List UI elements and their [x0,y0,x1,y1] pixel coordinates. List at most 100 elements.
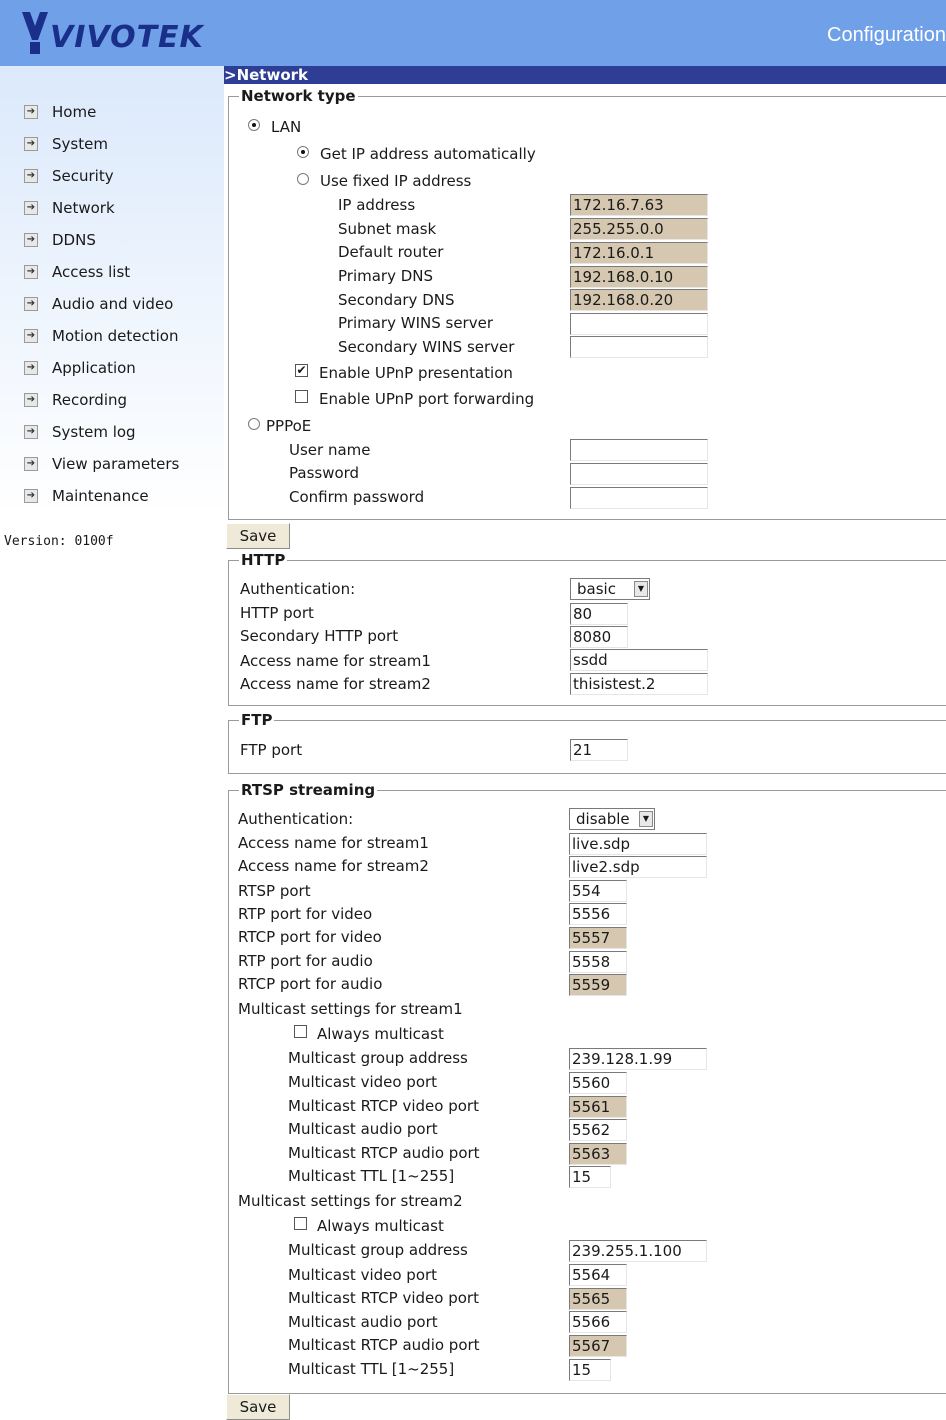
rtsp-stream2-label: Access name for stream2 [238,857,429,875]
rtsp-stream2-field[interactable]: live2.sdp [569,856,707,878]
arrow-right-icon: ➔ [24,457,38,471]
sidebar-item-system[interactable]: ➔ System [24,133,108,155]
ftp-port-label: FTP port [240,741,303,759]
rtcp-audio-field[interactable]: 5559 [569,974,627,996]
save-button-streaming[interactable]: Save [226,1394,290,1420]
ftp-port-field[interactable]: 21 [570,739,628,761]
mc2-audio-field[interactable]: 5566 [569,1311,627,1333]
sidebar-item-label: Access list [52,263,131,281]
mc1-group-label: Multicast group address [288,1049,468,1067]
mc2-ttl-field[interactable]: 15 [569,1359,611,1381]
always-multicast-stream1-label: Always multicast [317,1025,444,1043]
primary-dns-field[interactable]: 192.168.0.10 [570,266,708,288]
mc1-ttl-label: Multicast TTL [1~255] [288,1167,455,1185]
mc2-video-label: Multicast video port [288,1266,438,1284]
confirm-password-label: Confirm password [289,488,425,506]
confirm-password-field[interactable] [570,487,708,509]
dropdown-arrow-icon: ▼ [639,811,653,827]
arrow-right-icon: ➔ [24,169,38,183]
secondary-wins-field[interactable] [570,336,708,358]
mc2-video-field[interactable]: 5564 [569,1264,627,1286]
rtsp-legend: RTSP streaming [241,781,376,799]
always-multicast-stream2-label: Always multicast [317,1217,444,1235]
http-port-label: HTTP port [240,604,314,622]
mc1-group-field[interactable]: 239.128.1.99 [569,1048,707,1070]
secondary-http-port-label: Secondary HTTP port [240,627,399,645]
arrow-right-icon: ➔ [24,393,38,407]
rtsp-stream1-field[interactable]: live.sdp [569,833,707,855]
get-ip-auto-label: Get IP address automatically [320,145,536,163]
http-auth-select[interactable]: basic ▼ [570,578,650,600]
http-stream2-label: Access name for stream2 [240,675,431,693]
sidebar-item-recording[interactable]: ➔ Recording [24,389,127,411]
sidebar-item-application[interactable]: ➔ Application [24,357,136,379]
sidebar-item-label: Recording [52,391,128,409]
sidebar-item-home[interactable]: ➔ Home [24,101,96,123]
rtsp-port-field[interactable]: 554 [569,880,627,902]
pppoe-radio[interactable] [248,418,260,430]
secondary-wins-label: Secondary WINS server [338,338,515,356]
mc1-rtcp-video-label: Multicast RTCP video port [288,1097,479,1115]
mc1-ttl-field[interactable]: 15 [569,1166,611,1188]
rtsp-auth-select[interactable]: disable ▼ [569,808,655,830]
ip-address-field[interactable]: 172.16.7.63 [570,194,708,216]
upnp-presentation-label: Enable UPnP presentation [319,364,513,382]
mc2-group-field[interactable]: 239.255.1.100 [569,1240,707,1262]
arrow-right-icon: ➔ [24,329,38,343]
secondary-dns-field[interactable]: 192.168.0.20 [570,289,708,311]
multicast-stream1-heading: Multicast settings for stream1 [238,1000,463,1018]
mc1-video-field[interactable]: 5560 [569,1072,627,1094]
sidebar-item-label: View parameters [52,455,180,473]
upnp-forwarding-label: Enable UPnP port forwarding [319,390,535,408]
rtp-audio-field[interactable]: 5558 [569,951,627,973]
ftp-legend: FTP [241,711,273,729]
default-router-field[interactable]: 172.16.0.1 [570,242,708,264]
sidebar-item-access-list[interactable]: ➔ Access list [24,261,130,283]
http-stream1-field[interactable]: ssdd [570,649,708,671]
subnet-mask-field[interactable]: 255.255.0.0 [570,218,708,240]
sidebar-item-motion-detection[interactable]: ➔ Motion detection [24,325,178,347]
mc1-rtcp-audio-field[interactable]: 5563 [569,1143,627,1165]
secondary-dns-label: Secondary DNS [338,291,455,309]
sidebar-item-audio-video[interactable]: ➔ Audio and video [24,293,173,315]
http-stream1-label: Access name for stream1 [240,652,431,670]
get-ip-auto-radio[interactable] [297,146,309,158]
rtsp-auth-value: disable [576,810,630,828]
primary-wins-field[interactable] [570,313,708,335]
mc2-rtcp-video-field[interactable]: 5565 [569,1288,627,1310]
http-port-field[interactable]: 80 [570,603,628,625]
secondary-http-port-field[interactable]: 8080 [570,626,628,648]
arrow-right-icon: ➔ [24,201,38,215]
lan-radio[interactable] [248,119,260,131]
mc1-rtcp-video-field[interactable]: 5561 [569,1096,627,1118]
always-multicast-stream2-checkbox[interactable] [294,1217,307,1230]
subnet-mask-label: Subnet mask [338,220,437,238]
sidebar-item-ddns[interactable]: ➔ DDNS [24,229,96,251]
sidebar-item-security[interactable]: ➔ Security [24,165,114,187]
mc2-rtcp-audio-field[interactable]: 5567 [569,1335,627,1357]
arrow-right-icon: ➔ [24,489,38,503]
dropdown-arrow-icon: ▼ [634,581,648,597]
rtcp-audio-label: RTCP port for audio [238,975,383,993]
sidebar-item-view-parameters[interactable]: ➔ View parameters [24,453,179,475]
username-field[interactable] [570,439,708,461]
upnp-presentation-checkbox[interactable]: ✔ [295,364,308,377]
password-field[interactable] [570,463,708,485]
sidebar-item-label: DDNS [52,231,96,249]
http-stream2-field[interactable]: thisistest.2 [570,673,708,695]
rtcp-video-field[interactable]: 5557 [569,927,627,949]
always-multicast-stream1-checkbox[interactable] [294,1025,307,1038]
sidebar-item-maintenance[interactable]: ➔ Maintenance [24,485,149,507]
rtp-video-field[interactable]: 5556 [569,903,627,925]
mc1-audio-field[interactable]: 5562 [569,1119,627,1141]
sidebar-item-label: Maintenance [52,487,149,505]
sidebar-item-label: System [52,135,108,153]
use-fixed-ip-radio[interactable] [297,173,309,185]
sidebar-item-label: System log [52,423,136,441]
sidebar-item-system-log[interactable]: ➔ System log [24,421,136,443]
save-button-network[interactable]: Save [226,523,290,549]
rtsp-auth-label: Authentication: [238,810,354,828]
upnp-forwarding-checkbox[interactable] [295,390,308,403]
sidebar-item-network[interactable]: ➔ Network [24,197,115,219]
username-label: User name [289,441,371,459]
